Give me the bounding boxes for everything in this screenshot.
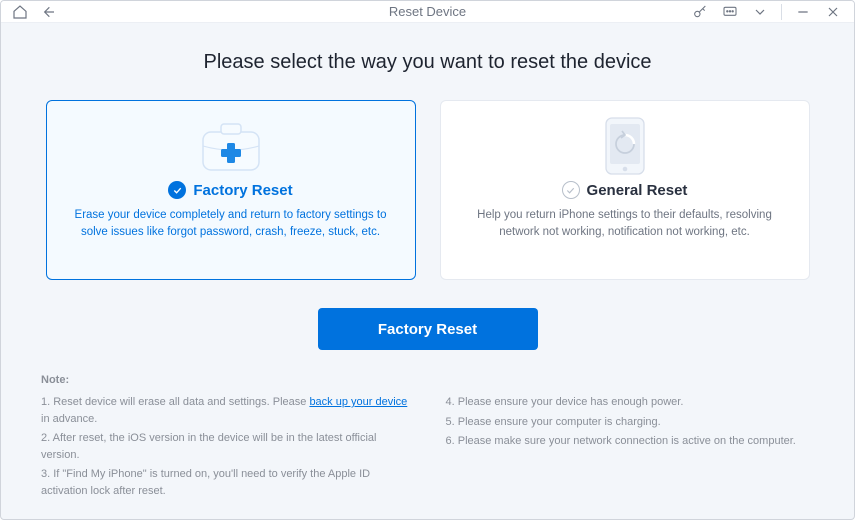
card-general-reset[interactable]: General Reset Help you return iPhone set… xyxy=(440,100,810,280)
app-window: Reset Device Please select the way you w… xyxy=(0,0,855,520)
content-area: Please select the way you want to reset … xyxy=(1,23,854,519)
card-factory-title: Factory Reset xyxy=(193,182,292,199)
titlebar-divider xyxy=(781,4,782,20)
note-item: 4. Please ensure your device has enough … xyxy=(446,394,815,411)
note-item: 2. After reset, the iOS version in the d… xyxy=(41,430,410,463)
medical-kit-icon xyxy=(191,117,271,175)
notes-section: Note: 1. Reset device will erase all dat… xyxy=(41,374,814,499)
note-item: 3. If "Find My iPhone" is turned on, you… xyxy=(41,466,410,499)
note-item: 6. Please make sure your network connect… xyxy=(446,433,815,450)
note-item: 5. Please ensure your computer is chargi… xyxy=(446,414,815,431)
close-icon[interactable] xyxy=(824,3,842,21)
back-icon[interactable] xyxy=(39,3,57,21)
notes-right-column: 4. Please ensure your device has enough … xyxy=(446,394,815,499)
card-general-title: General Reset xyxy=(587,182,688,199)
notes-label: Note: xyxy=(41,374,814,386)
key-icon[interactable] xyxy=(691,3,709,21)
titlebar: Reset Device xyxy=(1,1,854,23)
note-item: 1. Reset device will erase all data and … xyxy=(41,394,410,427)
home-icon[interactable] xyxy=(11,3,29,21)
backup-link[interactable]: back up your device xyxy=(309,396,407,408)
minimize-icon[interactable] xyxy=(794,3,812,21)
notes-left-column: 1. Reset device will erase all data and … xyxy=(41,394,410,499)
check-circle-outline-icon xyxy=(562,181,580,199)
chevron-down-icon[interactable] xyxy=(751,3,769,21)
card-factory-reset[interactable]: Factory Reset Erase your device complete… xyxy=(46,100,416,280)
factory-reset-button[interactable]: Factory Reset xyxy=(318,308,538,350)
card-factory-desc: Erase your device completely and return … xyxy=(71,207,391,242)
check-circle-icon xyxy=(168,181,186,199)
phone-reset-icon xyxy=(585,117,665,175)
feedback-icon[interactable] xyxy=(721,3,739,21)
option-cards: Factory Reset Erase your device complete… xyxy=(41,100,814,280)
page-heading: Please select the way you want to reset … xyxy=(41,51,814,74)
card-general-desc: Help you return iPhone settings to their… xyxy=(465,207,785,242)
